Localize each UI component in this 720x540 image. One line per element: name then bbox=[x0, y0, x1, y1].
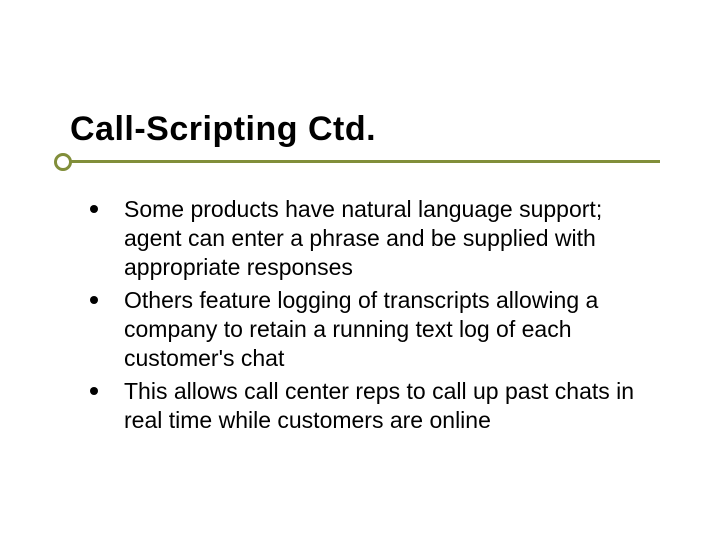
list-item: Others feature logging of transcripts al… bbox=[90, 286, 660, 373]
bullet-list: Some products have natural language supp… bbox=[90, 195, 660, 435]
content-area: Some products have natural language supp… bbox=[90, 195, 660, 439]
bullet-text: Others feature logging of transcripts al… bbox=[124, 286, 660, 373]
bullet-icon bbox=[90, 205, 98, 213]
slide-title: Call-Scripting Ctd. bbox=[70, 110, 376, 149]
bullet-text: Some products have natural language supp… bbox=[124, 195, 660, 282]
bullet-text: This allows call center reps to call up … bbox=[124, 377, 660, 435]
accent-line bbox=[60, 160, 660, 163]
bullet-icon bbox=[90, 296, 98, 304]
slide: Call-Scripting Ctd. Some products have n… bbox=[0, 0, 720, 540]
accent-dot-icon bbox=[54, 153, 72, 171]
list-item: Some products have natural language supp… bbox=[90, 195, 660, 282]
bullet-icon bbox=[90, 387, 98, 395]
list-item: This allows call center reps to call up … bbox=[90, 377, 660, 435]
